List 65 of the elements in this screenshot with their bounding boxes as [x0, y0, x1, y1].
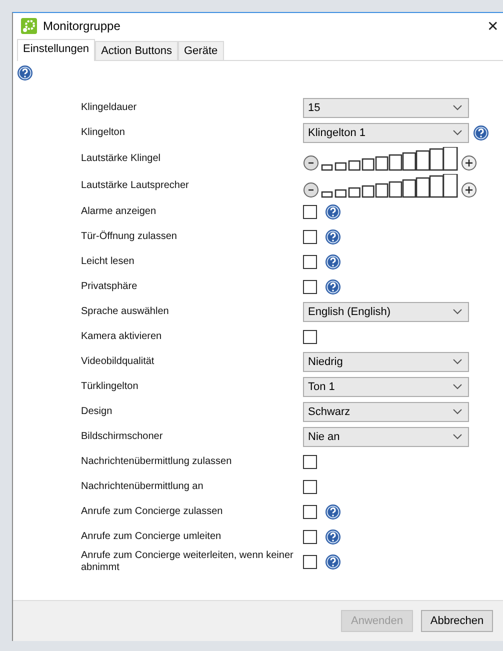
dialog-button[interactable]: Abbrechen: [421, 610, 493, 632]
setting-label: Tür-Öffnung zulassen: [81, 230, 178, 242]
chevron-icon: [453, 104, 462, 110]
setting-label: Kamera aktivieren: [81, 330, 163, 342]
setting-label: Leicht lesen: [81, 256, 136, 268]
help-icon[interactable]: [325, 528, 341, 544]
setting-label: Anrufe zum Concierge zulassen: [81, 506, 224, 518]
setting-label: Alarme anzeigen: [81, 206, 158, 218]
minus-icon[interactable]: [303, 154, 319, 170]
window-title: Monitorgruppe: [43, 19, 122, 33]
gear-icon: [21, 18, 37, 34]
minus-icon[interactable]: [303, 182, 319, 198]
setting-label: Lautstärke Lautsprecher: [81, 180, 190, 192]
chevron-icon: [453, 434, 462, 440]
help-icon[interactable]: [17, 65, 33, 81]
setting-label: Anrufe zum Concierge weiterleiten, wenn keiner abnimmt: [81, 550, 294, 574]
setting-label: Nachrichtenübermittlung an: [81, 480, 204, 492]
dropdown[interactable]: Schwarz: [303, 402, 469, 422]
chevron-icon: [453, 384, 462, 390]
help-icon[interactable]: [473, 124, 489, 140]
setting-label: Lautstärke Klingel: [81, 152, 162, 164]
checkbox[interactable]: [303, 280, 317, 294]
checkbox[interactable]: [303, 554, 317, 568]
checkbox[interactable]: [303, 530, 317, 544]
setting-label: Klingelton: [81, 126, 126, 138]
help-icon[interactable]: [325, 204, 341, 220]
chevron-icon: [453, 358, 462, 364]
dropdown[interactable]: Ton 1: [303, 376, 469, 396]
dropdown[interactable]: Klingelton 1: [303, 122, 469, 142]
checkbox[interactable]: [303, 230, 317, 244]
chevron-icon: [453, 130, 462, 136]
chevron-icon: [453, 308, 462, 314]
help-icon[interactable]: [325, 278, 341, 294]
chevron-icon: [453, 408, 462, 414]
checkbox[interactable]: [303, 454, 317, 468]
help-icon[interactable]: [325, 554, 341, 570]
checkbox[interactable]: [303, 504, 317, 518]
plus-icon[interactable]: [461, 182, 477, 198]
checkbox[interactable]: [303, 204, 317, 218]
setting-label: Privatsphäre: [81, 280, 138, 292]
tab[interactable]: Geräte: [178, 41, 224, 60]
tab[interactable]: Einstellungen: [17, 39, 96, 61]
setting-label: Sprache auswählen: [81, 306, 170, 318]
help-icon[interactable]: [325, 254, 341, 270]
help-icon[interactable]: [325, 228, 341, 244]
dropdown[interactable]: Nie an: [303, 426, 469, 446]
checkbox[interactable]: [303, 330, 317, 344]
dropdown[interactable]: Niedrig: [303, 352, 469, 372]
help-icon[interactable]: [325, 504, 341, 520]
checkbox[interactable]: [303, 480, 317, 494]
setting-label: Design: [81, 406, 114, 418]
volume-steps-icon[interactable]: [321, 146, 459, 170]
setting-label: Videobildqualität: [81, 356, 156, 368]
setting-label: Bildschirmschoner: [81, 430, 164, 442]
dropdown[interactable]: English (English): [303, 302, 469, 322]
dropdown[interactable]: 15: [303, 98, 469, 118]
setting-label: Anrufe zum Concierge umleiten: [81, 530, 222, 542]
checkbox[interactable]: [303, 254, 317, 268]
setting-label: Nachrichtenübermittlung zulassen: [81, 456, 233, 468]
plus-icon[interactable]: [461, 154, 477, 170]
close-button[interactable]: ✕: [483, 18, 503, 34]
volume-steps-icon[interactable]: [321, 174, 459, 198]
setting-label: Klingeldauer: [81, 102, 138, 114]
tab[interactable]: Action Buttons: [95, 41, 178, 60]
setting-label: Türklingelton: [81, 380, 140, 392]
